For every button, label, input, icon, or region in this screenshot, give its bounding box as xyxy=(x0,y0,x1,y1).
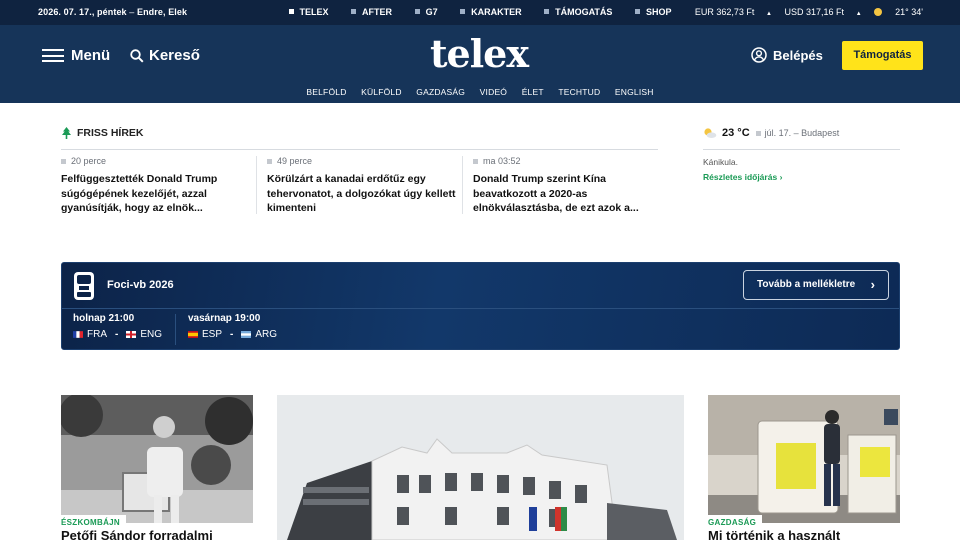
tree-icon xyxy=(62,127,71,139)
foci-vb-banner[interactable]: Foci-vb 2026 Tovább a mellékletre › holn… xyxy=(61,262,900,350)
sun-cloud-icon xyxy=(874,8,883,16)
france-flag-icon xyxy=(73,331,83,338)
weather-widget: 23 °C júl. 17. – Budapest Kánikula. Rész… xyxy=(703,127,900,182)
spain-flag-icon xyxy=(188,331,198,338)
news-time: 20 perce xyxy=(61,156,253,166)
chevron-right-icon: › xyxy=(779,172,783,182)
news-time: 49 perce xyxy=(267,156,459,166)
article-title[interactable]: Mi történik a használt xyxy=(708,528,840,540)
up-arrow-icon: ▲ xyxy=(854,11,862,17)
nav-elet[interactable]: ÉLET xyxy=(522,87,544,97)
search-button[interactable]: Kereső xyxy=(130,47,200,64)
divider xyxy=(703,149,900,150)
weather-details-link[interactable]: Részletes időjárás › xyxy=(703,172,782,182)
nav-english[interactable]: ENGLISH xyxy=(615,87,654,97)
top-link-tamogatas[interactable]: TÁMOGATÁS xyxy=(544,7,612,17)
home-team: ESP xyxy=(202,329,223,340)
world-cup-badge-icon xyxy=(74,272,94,300)
home-team: FRA xyxy=(87,329,107,340)
sun-cloud-icon xyxy=(704,128,717,138)
weather-description: Kánikula. xyxy=(703,157,738,167)
divider xyxy=(62,308,899,309)
up-arrow-icon: ▲ xyxy=(764,11,772,17)
search-label: Kereső xyxy=(149,47,200,64)
nav-video[interactable]: VIDEÓ xyxy=(480,87,507,97)
user-icon xyxy=(751,47,767,63)
news-title[interactable]: Donald Trump szerint Kína beavatkozott a… xyxy=(473,172,653,216)
main-nav: BELFÖLD KÜLFÖLD GAZDASÁG VIDEÓ ÉLET TECH… xyxy=(0,87,960,97)
nav-kulfold[interactable]: KÜLFÖLD xyxy=(361,87,402,97)
news-item[interactable]: 20 perce Felfüggesztették Donald Trump s… xyxy=(61,156,253,216)
news-title[interactable]: Körülzárt a kanadai erdőtűz egy tehervon… xyxy=(267,172,459,216)
top-link-shop[interactable]: SHOP xyxy=(634,7,671,17)
support-button[interactable]: Támogatás xyxy=(842,41,923,70)
eur-rate: EUR 362,73 Ft xyxy=(694,7,755,17)
top-bar: 2026. 07. 17., péntek – Endre, Elek TELE… xyxy=(0,0,960,25)
site-header: Menü Kereső telex Belépés Támogatás BELF… xyxy=(0,25,960,103)
article-category[interactable]: ÉSZKOMBÁJN xyxy=(61,515,127,529)
exchange-rates: EUR 362,73 Ft ▲ USD 317,16 Ft ▲ 21° 34' xyxy=(685,7,923,17)
telex-logo[interactable]: telex xyxy=(430,31,529,76)
away-team: ARG xyxy=(255,329,278,340)
article-card[interactable] xyxy=(277,395,684,540)
argentina-flag-icon xyxy=(241,331,252,338)
nav-techtud[interactable]: TECHTUD xyxy=(558,87,600,97)
nav-gazdasag[interactable]: GAZDASÁG xyxy=(416,87,465,97)
news-item[interactable]: ma 03:52 Donald Trump szerint Kína beava… xyxy=(473,156,653,216)
menu-label: Menü xyxy=(71,47,111,64)
article-card[interactable]: GAZDASÁG Mi történik a használt xyxy=(708,395,900,540)
match-time: holnap 21:00 xyxy=(73,313,135,324)
nav-belfold[interactable]: BELFÖLD xyxy=(306,87,346,97)
article-image[interactable] xyxy=(277,395,684,540)
match-card[interactable]: holnap 21:00 FRA - ENG xyxy=(73,313,162,340)
login-label: Belépés xyxy=(773,47,823,63)
menu-button[interactable]: Menü xyxy=(42,47,110,64)
article-image[interactable] xyxy=(708,395,900,523)
top-link-telex[interactable]: TELEX xyxy=(288,7,329,17)
top-link-g7[interactable]: G7 xyxy=(414,7,438,17)
chevron-right-icon: › xyxy=(870,277,875,292)
article-card[interactable]: ÉSZKOMBÁJN Petőfi Sándor forradalmi xyxy=(61,395,253,540)
article-image[interactable] xyxy=(61,395,253,523)
top-link-karakter[interactable]: KARAKTER xyxy=(460,7,522,17)
top-link-after[interactable]: AFTER xyxy=(351,7,392,17)
divider xyxy=(462,156,463,214)
search-icon xyxy=(130,48,144,63)
login-button[interactable]: Belépés xyxy=(751,47,823,63)
topbar-temperature: 21° 34' xyxy=(895,7,923,17)
news-item[interactable]: 49 perce Körülzárt a kanadai erdőtűz egy… xyxy=(267,156,459,216)
usd-rate: USD 317,16 Ft xyxy=(784,7,845,17)
divider xyxy=(61,149,658,150)
england-flag-icon xyxy=(126,331,137,338)
divider xyxy=(175,314,176,345)
foci-title: Foci-vb 2026 xyxy=(107,279,174,291)
friss-hirek-heading[interactable]: FRISS HÍREK xyxy=(61,127,144,139)
divider xyxy=(256,156,257,214)
supplement-link-button[interactable]: Tovább a mellékletre › xyxy=(743,270,889,300)
weather-temperature: 23 °C xyxy=(722,127,750,139)
news-time: ma 03:52 xyxy=(473,156,653,166)
away-team: ENG xyxy=(140,329,163,340)
hamburger-icon xyxy=(42,49,64,62)
article-title[interactable]: Petőfi Sándor forradalmi xyxy=(61,528,213,540)
match-card[interactable]: vasárnap 19:00 ESP - ARG xyxy=(188,313,277,340)
article-category[interactable]: GAZDASÁG xyxy=(708,515,763,529)
news-title[interactable]: Felfüggesztették Donald Trump súgógépéne… xyxy=(61,172,253,216)
match-time: vasárnap 19:00 xyxy=(188,313,261,324)
weather-date-place: júl. 17. – Budapest xyxy=(764,128,840,138)
